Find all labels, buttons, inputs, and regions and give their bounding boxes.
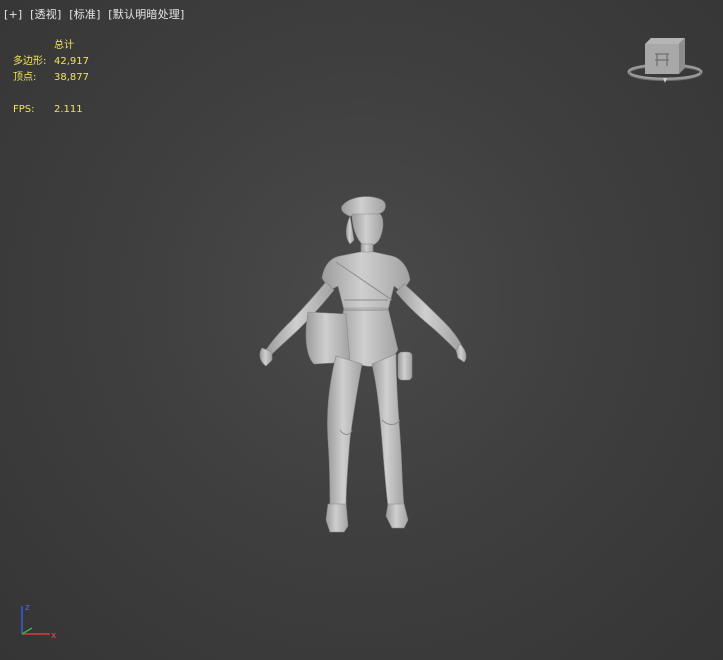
perspective-viewport[interactable]: [+] [透视] [标准] [默认明暗处理] 总计 多边形: 42,917 顶点… bbox=[0, 0, 723, 660]
x-axis-label: x bbox=[51, 631, 57, 641]
character-model[interactable] bbox=[0, 0, 723, 660]
axis-gizmo-icon: z x bbox=[21, 603, 57, 641]
z-axis-label: z bbox=[25, 603, 30, 613]
